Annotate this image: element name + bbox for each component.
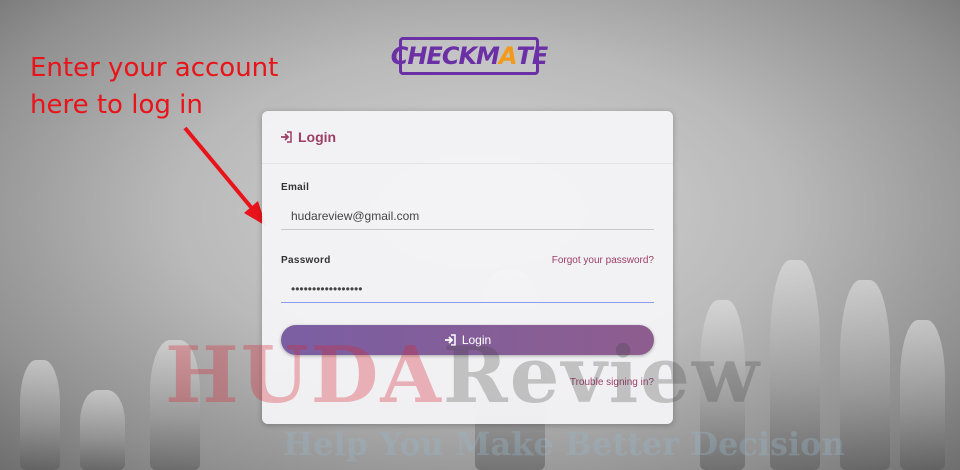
login-title: Login [298, 129, 337, 145]
email-field[interactable] [281, 202, 654, 230]
sign-in-icon [280, 131, 292, 143]
login-card-header: Login [262, 111, 673, 164]
forgot-password-link[interactable]: Forgot your password? [552, 255, 654, 266]
password-field[interactable] [281, 275, 654, 303]
watermark: HUDAReview [165, 330, 761, 421]
email-label: Email [281, 182, 310, 193]
watermark-tagline: Help You Make Better Decision [283, 425, 845, 463]
watermark-word-2: Review [442, 330, 762, 421]
watermark-word-1: HUDA [165, 330, 443, 421]
password-label: Password [281, 255, 331, 266]
